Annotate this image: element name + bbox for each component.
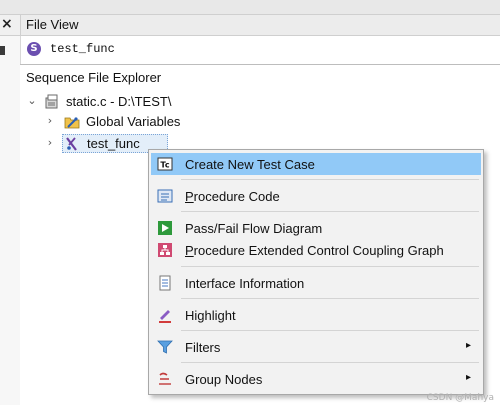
left-panel-marker bbox=[0, 46, 5, 55]
menu-separator bbox=[181, 362, 479, 363]
global-variables-folder-icon bbox=[64, 117, 80, 129]
menu-item-create-new-test-case[interactable]: Tc Create New Test Case bbox=[151, 153, 481, 175]
close-icon[interactable]: × bbox=[1, 16, 13, 32]
menu-separator bbox=[181, 179, 479, 180]
chevron-down-icon[interactable]: ⌄ bbox=[26, 95, 38, 107]
menu-separator bbox=[181, 330, 479, 331]
menu-item-pass-fail-flow-diagram[interactable]: Pass/Fail Flow Diagram bbox=[151, 217, 481, 239]
explorer-title: Sequence File Explorer bbox=[26, 70, 162, 85]
context-menu: Tc Create New Test Case Procedure Code P… bbox=[148, 149, 484, 395]
tree-item-static-c[interactable]: ⌄ static.c - D:\TEST\ bbox=[26, 92, 276, 112]
filter-funnel-icon bbox=[157, 340, 173, 354]
menu-separator bbox=[181, 298, 479, 299]
menu-item-label: Highlight bbox=[185, 308, 236, 323]
menu-item-procedure-code[interactable]: Procedure Code bbox=[151, 185, 481, 207]
procedure-code-icon bbox=[157, 189, 173, 203]
svg-text:Tc: Tc bbox=[160, 161, 169, 170]
menu-item-label-rest: rocedure Extended Control Coupling Graph bbox=[193, 243, 444, 258]
menu-item-label: Pass/Fail Flow Diagram bbox=[185, 221, 323, 236]
chevron-right-icon[interactable]: › bbox=[44, 115, 56, 127]
menu-item-label: Interface Information bbox=[185, 276, 305, 291]
panel-header: File View bbox=[21, 15, 500, 36]
submenu-arrow-icon: ▸ bbox=[465, 372, 471, 383]
tree-item-label: Global Variables bbox=[86, 114, 181, 129]
mnemonic-letter: P bbox=[185, 243, 194, 258]
submenu-arrow-icon: ▸ bbox=[465, 340, 471, 351]
flow-diagram-icon bbox=[158, 221, 172, 235]
menu-item-filters[interactable]: Filters ▸ bbox=[151, 336, 481, 358]
menu-item-label: Procedure Code bbox=[185, 189, 280, 204]
interface-info-icon bbox=[159, 275, 171, 291]
menu-item-label-rest: rocedure Code bbox=[193, 189, 280, 204]
menu-item-highlight[interactable]: Highlight bbox=[151, 304, 481, 326]
highlight-pen-icon bbox=[159, 310, 171, 323]
menu-item-procedure-extended-control-coupling-graph[interactable]: Procedure Extended Control Coupling Grap… bbox=[151, 239, 481, 261]
panel-title: File View bbox=[26, 17, 79, 32]
function-icon bbox=[66, 137, 77, 151]
subprogram-icon: S bbox=[27, 42, 41, 56]
chevron-right-icon[interactable]: › bbox=[44, 137, 56, 149]
tree-item-label: static.c - D:\TEST\ bbox=[66, 94, 172, 109]
menu-item-interface-information[interactable]: Interface Information bbox=[151, 272, 481, 294]
menu-separator bbox=[181, 211, 479, 212]
mnemonic-letter: P bbox=[185, 189, 194, 204]
left-panel-edge bbox=[0, 36, 21, 405]
group-nodes-icon bbox=[159, 372, 171, 385]
watermark-text: CSDN @Mahya bbox=[426, 393, 494, 403]
coupling-graph-icon bbox=[158, 243, 172, 257]
menu-item-label: Filters bbox=[185, 340, 221, 355]
test-case-icon: Tc bbox=[157, 157, 173, 171]
tree-item-global-variables[interactable]: › Global Variables bbox=[26, 112, 276, 132]
left-panel-close-button[interactable]: × bbox=[0, 15, 21, 36]
menu-item-label: Group Nodes bbox=[185, 372, 263, 387]
top-tab-strip bbox=[0, 0, 500, 15]
tree-item-label: test_func bbox=[87, 136, 140, 151]
file-view-window: × File View S test_func Sequence File Ex… bbox=[0, 0, 500, 405]
menu-item-label: Procedure Extended Control Coupling Grap… bbox=[185, 243, 444, 258]
menu-separator bbox=[181, 266, 479, 267]
current-function-row[interactable]: S test_func bbox=[21, 36, 500, 62]
menu-item-label: Create New Test Case bbox=[185, 157, 315, 172]
source-file-icon bbox=[45, 94, 58, 109]
current-function-name: test_func bbox=[50, 42, 115, 56]
menu-item-group-nodes[interactable]: Group Nodes ▸ bbox=[151, 368, 481, 390]
